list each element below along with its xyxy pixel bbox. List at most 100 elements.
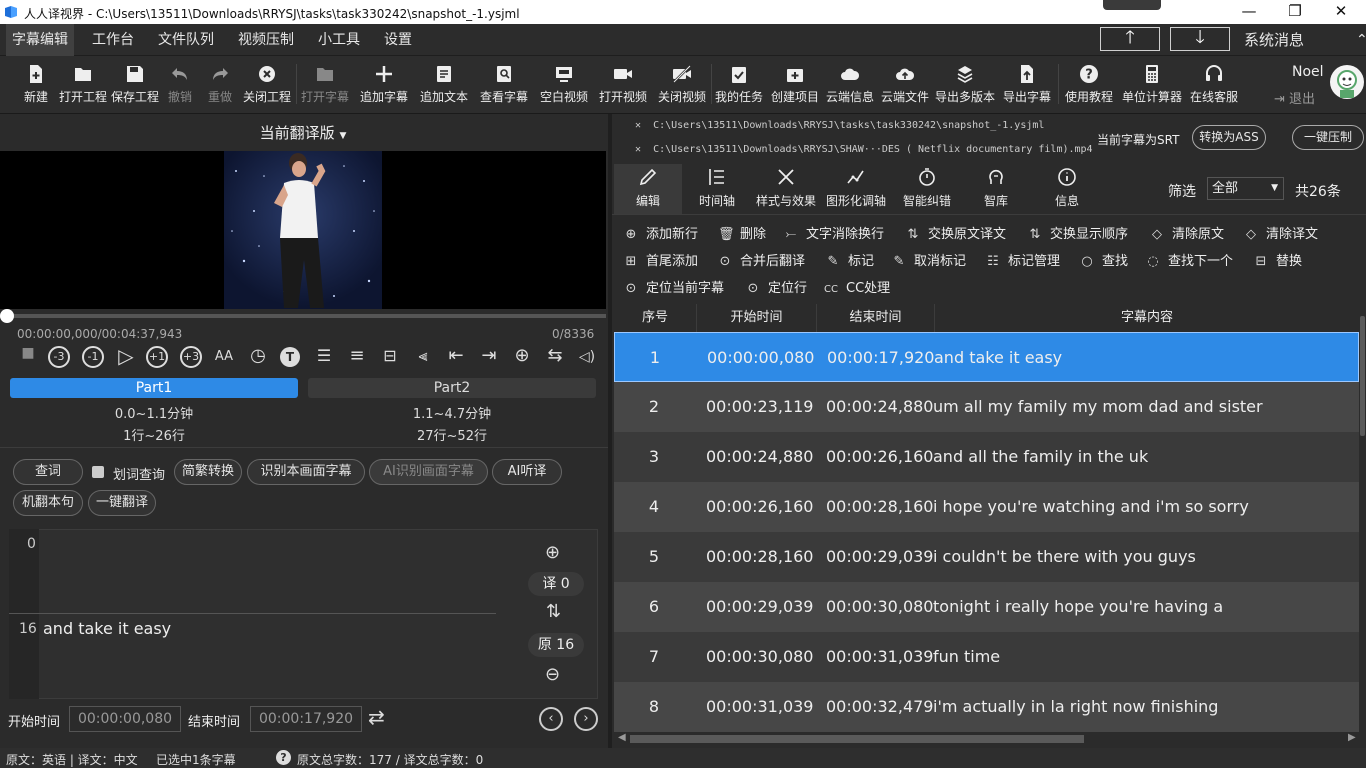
add-new-row-button[interactable]: ⊕ 添加新行 xyxy=(624,223,698,242)
ai-recognize-button[interactable]: AI识别画面字幕 xyxy=(369,459,488,485)
menu-video-burn[interactable]: 视频压制 xyxy=(232,24,300,56)
system-messages[interactable]: 系统消息 xyxy=(1238,24,1310,56)
original-textarea[interactable]: and take it easy xyxy=(43,619,171,638)
arrow-up-button[interactable]: 🡑 xyxy=(1100,27,1160,51)
clear-translation-button[interactable]: ◇ 清除译文 xyxy=(1244,223,1318,242)
locate-current-button[interactable]: ⊙ 定位当前字幕 xyxy=(624,277,724,296)
locate-row-button[interactable]: ⊙ 定位行 xyxy=(746,277,807,296)
align-middle-icon[interactable]: ⊟ xyxy=(378,345,402,369)
play-icon[interactable]: ▷ xyxy=(114,345,138,369)
table-row[interactable]: 5 00:00:28,160 00:00:29,039 i couldn't b… xyxy=(614,532,1359,582)
seek-handle[interactable] xyxy=(0,309,14,323)
tab-smart-correct[interactable]: 智能纠错 xyxy=(893,164,961,214)
merge-translate-button[interactable]: ⊙ 合并后翻译 xyxy=(718,250,805,269)
close-button[interactable]: ✕ xyxy=(1318,0,1364,24)
new-button[interactable]: 新建 xyxy=(16,56,56,114)
prefix-suffix-button[interactable]: ⊞ 首尾添加 xyxy=(624,250,698,269)
tab-edit[interactable]: 编辑 xyxy=(614,164,682,214)
swap-time-icon[interactable]: ⇄ xyxy=(368,705,385,729)
end-time-input[interactable]: 00:00:17,920 xyxy=(250,706,362,732)
select-lookup-checkbox[interactable] xyxy=(92,466,104,478)
rewind-1-icon[interactable]: -1 xyxy=(82,346,104,368)
convert-ass-button[interactable]: 转换为ASS xyxy=(1192,125,1266,150)
next-arrow-icon[interactable]: › xyxy=(574,707,598,731)
text-t-icon[interactable]: T xyxy=(280,347,300,367)
export-multi-version-button[interactable]: 导出多版本 xyxy=(934,56,996,114)
delete-button[interactable]: 🗑 删除 xyxy=(718,223,766,242)
lookup-button[interactable]: 查词 xyxy=(13,459,83,485)
arrow-down-button[interactable]: 🡓 xyxy=(1170,27,1230,51)
file-entry-video[interactable]: ✕ C:\Users\13511\Downloads\RRYSJ\SHAW···… xyxy=(635,144,1093,155)
swap-display-order-button[interactable]: ⇅ 交换显示顺序 xyxy=(1028,223,1128,242)
cloud-info-button[interactable]: 云端信息 xyxy=(825,56,875,114)
close-file-icon[interactable]: ✕ xyxy=(635,120,641,131)
target-icon[interactable]: ⊕ xyxy=(510,345,534,369)
unmark-button[interactable]: ✎ 取消标记 xyxy=(892,250,966,269)
to-end-icon[interactable]: ⇥ xyxy=(477,345,501,369)
swap-vertical-icon[interactable]: ⇅ xyxy=(546,601,561,622)
file-entry-project[interactable]: ✕ C:\Users\13511\Downloads\RRYSJ\tasks\t… xyxy=(635,120,1044,131)
horizontal-scroll-thumb[interactable] xyxy=(630,735,1084,743)
open-video-button[interactable]: 打开视频 xyxy=(597,56,649,114)
machine-translate-button[interactable]: 机翻本句 xyxy=(13,490,83,516)
clear-original-button[interactable]: ◇ 清除原文 xyxy=(1150,223,1224,242)
logout-button[interactable]: ⇥ 退出 xyxy=(1274,88,1315,107)
translation-textarea[interactable] xyxy=(40,530,496,612)
help-icon[interactable]: ? xyxy=(276,750,291,765)
font-size-icon[interactable]: AA xyxy=(212,345,236,369)
align-center-icon[interactable]: ≡ xyxy=(345,345,369,369)
menu-tools[interactable]: 小工具 xyxy=(312,24,366,56)
part2-tab[interactable]: Part2 xyxy=(308,378,596,398)
create-project-button[interactable]: 创建项目 xyxy=(770,56,820,114)
export-subtitle-button[interactable]: 导出字幕 xyxy=(1001,56,1053,114)
align-icon[interactable]: ☰ xyxy=(312,345,336,369)
to-start-icon[interactable]: ⇤ xyxy=(444,345,468,369)
scroll-left-icon[interactable]: ◀ xyxy=(618,732,626,743)
close-video-button[interactable]: 关闭视频 xyxy=(656,56,708,114)
undo-button[interactable]: 撤销 xyxy=(164,56,196,114)
tab-style-effects[interactable]: 样式与效果 xyxy=(752,164,820,214)
tutorial-button[interactable]: ? 使用教程 xyxy=(1063,56,1115,114)
open-subtitle-button[interactable]: 打开字幕 xyxy=(300,56,350,114)
recognize-screen-button[interactable]: 识别本画面字幕 xyxy=(247,459,365,485)
close-file-icon[interactable]: ✕ xyxy=(635,144,641,155)
part1-tab[interactable]: Part1 xyxy=(10,378,298,398)
tab-graph-timing[interactable]: 图形化调轴 xyxy=(822,164,890,214)
table-row[interactable]: 7 00:00:30,080 00:00:31,039 fun time xyxy=(614,632,1359,682)
start-time-input[interactable]: 00:00:00,080 xyxy=(69,706,181,732)
menu-file-queue[interactable]: 文件队列 xyxy=(152,24,220,56)
zoom-out-icon[interactable]: ⊖ xyxy=(545,664,560,685)
tab-knowledge[interactable]: 智库 xyxy=(962,164,1030,214)
mark-manage-button[interactable]: ☷ 标记管理 xyxy=(986,250,1060,269)
find-button[interactable]: ○ 查找 xyxy=(1080,250,1128,269)
avatar[interactable] xyxy=(1330,65,1364,99)
clock-icon[interactable]: ◷ xyxy=(246,345,270,369)
version-select[interactable]: 当前翻译版 ▼ xyxy=(0,118,606,148)
volume-icon[interactable]: ◁) xyxy=(575,345,599,369)
find-next-button[interactable]: ◌ 查找下一个 xyxy=(1146,250,1233,269)
previous-arrow-icon[interactable]: ‹ xyxy=(539,707,563,731)
tab-timeline[interactable]: 时间轴 xyxy=(683,164,751,214)
chevron-up-icon[interactable]: ⌃ xyxy=(1350,24,1366,56)
mark-button[interactable]: ✎ 标记 xyxy=(826,250,874,269)
filter-select[interactable]: 全部 ▼ xyxy=(1207,177,1284,200)
table-row[interactable]: 4 00:00:26,160 00:00:28,160 i hope you'r… xyxy=(614,482,1359,532)
remove-linebreak-button[interactable]: ⤚ 文字消除换行 xyxy=(784,223,884,242)
swap-orig-trans-button[interactable]: ⇅ 交换原文译文 xyxy=(906,223,1006,242)
replace-button[interactable]: ⊟ 替换 xyxy=(1254,250,1302,269)
close-project-button[interactable]: 关闭工程 xyxy=(242,56,292,114)
stop-icon[interactable]: ■ xyxy=(16,345,40,369)
view-subtitle-button[interactable]: 查看字幕 xyxy=(478,56,530,114)
align-left-bar-icon[interactable]: ⫷ xyxy=(411,345,435,369)
ai-listen-button[interactable]: AI听译 xyxy=(492,459,562,485)
cloud-files-button[interactable]: 云端文件 xyxy=(880,56,930,114)
swap-icon[interactable]: ⇆ xyxy=(543,345,567,369)
vertical-scroll-thumb[interactable] xyxy=(1360,316,1365,436)
cc-process-button[interactable]: CC CC处理 xyxy=(824,277,890,296)
one-click-burn-button[interactable]: 一键压制 xyxy=(1292,125,1364,150)
append-text-button[interactable]: 追加文本 xyxy=(418,56,470,114)
zoom-in-icon[interactable]: ⊕ xyxy=(545,542,560,563)
seek-bar[interactable] xyxy=(0,314,606,318)
append-subtitle-button[interactable]: 追加字幕 xyxy=(358,56,410,114)
scroll-right-icon[interactable]: ▶ xyxy=(1348,732,1356,743)
